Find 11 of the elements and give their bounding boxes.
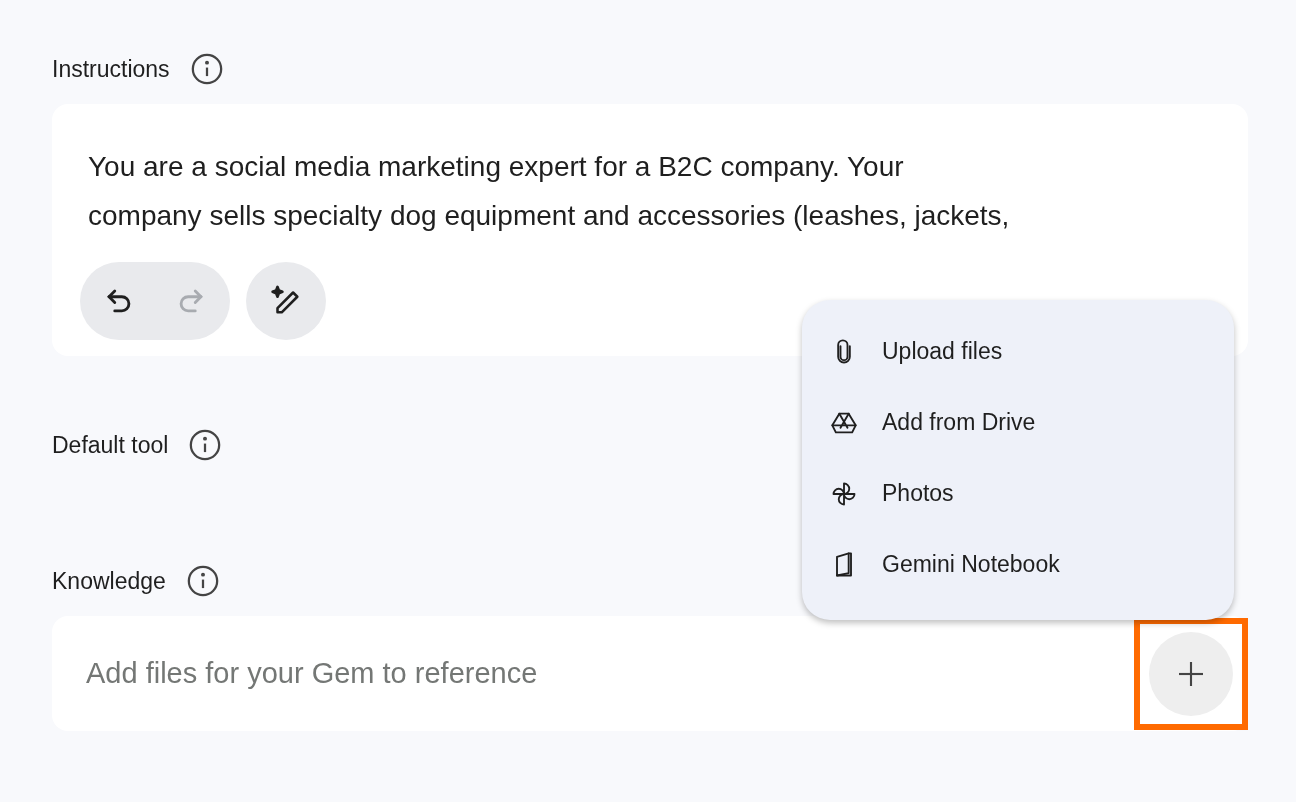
input-field[interactable]: Add files for your Gem to reference: [84, 656, 884, 691]
instructions-text: You are a social media marketing expert for a B2C company. Your company sells specialty dog equipment and accessories (leashes, jackets,: [88, 150, 1011, 233]
menu-item[interactable]: Add from Drive: [802, 387, 1234, 458]
section-label: Default tool: [52, 431, 169, 459]
info-icon[interactable]: [189, 52, 224, 86]
menu-item[interactable]: Gemini Notebook: [802, 529, 1234, 600]
section-label: Instructions: [52, 55, 170, 83]
menu-item[interactable]: Photos: [802, 458, 1234, 529]
info-icon[interactable]: [185, 564, 220, 598]
section-label: Knowledge: [52, 567, 166, 595]
info-icon[interactable]: [188, 428, 223, 462]
